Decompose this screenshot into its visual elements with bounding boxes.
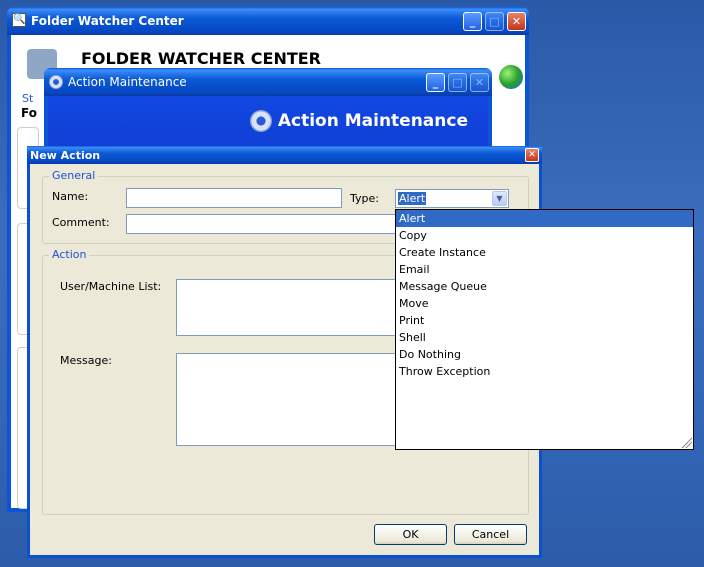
type-option[interactable]: Email <box>396 261 693 278</box>
fwc-titlebar[interactable]: 🔍 Folder Watcher Center _ □ ✕ <box>7 7 529 35</box>
minimize-icon[interactable]: _ <box>463 12 482 31</box>
type-option[interactable]: Move <box>396 295 693 312</box>
message-label: Message: <box>60 354 112 367</box>
resize-grip-icon[interactable] <box>680 436 692 448</box>
type-option[interactable]: Alert <box>396 210 693 227</box>
na-titlebar[interactable]: New Action ✕ <box>27 146 542 164</box>
type-option[interactable]: Throw Exception <box>396 363 693 380</box>
type-select-value: Alert <box>398 192 427 205</box>
magnifier-icon: 🔍 <box>12 13 26 27</box>
user-list-field[interactable] <box>176 279 396 336</box>
comment-field[interactable] <box>126 214 396 234</box>
type-option[interactable]: Message Queue <box>396 278 693 295</box>
fwc-heading: FOLDER WATCHER CENTER <box>81 49 321 68</box>
close-icon[interactable]: ✕ <box>525 148 539 162</box>
action-group-label: Action <box>49 248 90 261</box>
ok-button[interactable]: OK <box>374 524 447 545</box>
am-banner-text: Action Maintenance <box>277 111 468 131</box>
comment-label: Comment: <box>52 216 110 229</box>
maximize-icon: □ <box>485 12 504 31</box>
type-option[interactable]: Print <box>396 312 693 329</box>
gear-icon <box>49 75 63 89</box>
minimize-icon[interactable]: _ <box>426 73 445 92</box>
message-field[interactable] <box>176 353 396 446</box>
type-label: Type: <box>350 192 379 205</box>
type-option[interactable]: Do Nothing <box>396 346 693 363</box>
na-title: New Action <box>30 149 101 162</box>
fwc-field-label: Fo <box>21 106 37 120</box>
type-option[interactable]: Create Instance <box>396 244 693 261</box>
user-list-label: User/Machine List: <box>60 280 162 293</box>
fwc-title: Folder Watcher Center <box>31 14 184 28</box>
general-group-label: General <box>49 169 99 182</box>
name-label: Name: <box>52 190 89 203</box>
am-titlebar[interactable]: Action Maintenance _ □ ✕ <box>44 68 492 96</box>
type-select[interactable]: Alert ▼ <box>395 189 509 208</box>
am-banner: Action Maintenance <box>249 110 468 132</box>
am-title: Action Maintenance <box>68 75 187 89</box>
fwc-section-label: St <box>22 92 34 105</box>
gear-icon <box>249 110 272 132</box>
close-icon[interactable]: ✕ <box>507 12 526 31</box>
type-option[interactable]: Copy <box>396 227 693 244</box>
globe-icon <box>499 65 523 89</box>
type-option[interactable]: Shell <box>396 329 693 346</box>
dropdown-arrow-icon[interactable]: ▼ <box>492 191 507 206</box>
close-icon: ✕ <box>470 73 489 92</box>
type-dropdown-list[interactable]: Alert Copy Create Instance Email Message Que… <box>395 209 694 450</box>
maximize-icon: □ <box>448 73 467 92</box>
name-field[interactable] <box>126 188 342 208</box>
cancel-button[interactable]: Cancel <box>454 524 527 545</box>
